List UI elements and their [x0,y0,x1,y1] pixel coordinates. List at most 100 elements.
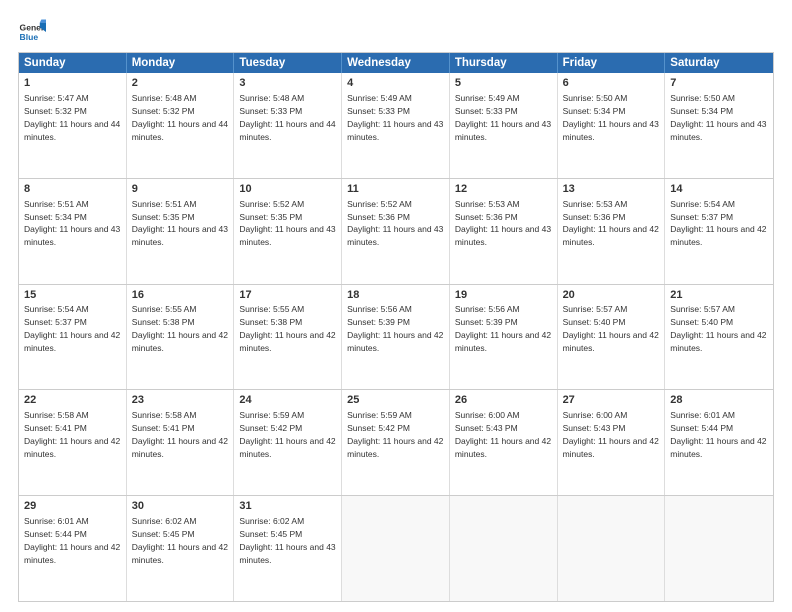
day-number: 21 [670,288,768,303]
day-info: Sunrise: 5:56 AMSunset: 5:39 PMDaylight:… [455,304,551,353]
day-cell-18: 18Sunrise: 5:56 AMSunset: 5:39 PMDayligh… [342,285,450,390]
day-info: Sunrise: 5:58 AMSunset: 5:41 PMDaylight:… [24,410,120,459]
day-number: 20 [563,288,660,303]
day-info: Sunrise: 5:57 AMSunset: 5:40 PMDaylight:… [563,304,659,353]
day-info: Sunrise: 5:48 AMSunset: 5:33 PMDaylight:… [239,93,335,142]
day-number: 15 [24,288,121,303]
day-number: 14 [670,182,768,197]
calendar-week-1: 1Sunrise: 5:47 AMSunset: 5:32 PMDaylight… [19,73,773,178]
day-info: Sunrise: 5:52 AMSunset: 5:36 PMDaylight:… [347,199,443,248]
day-cell-9: 9Sunrise: 5:51 AMSunset: 5:35 PMDaylight… [127,179,235,284]
day-cell-7: 7 Sunrise: 5:50 AMSunset: 5:34 PMDaylight… [665,73,773,178]
logo-icon: General Blue [18,18,46,46]
calendar-header: SundayMondayTuesdayWednesdayThursdayFrid… [19,53,773,73]
header-day-sunday: Sunday [19,53,127,73]
day-cell-17: 17Sunrise: 5:55 AMSunset: 5:38 PMDayligh… [234,285,342,390]
day-cell-19: 19Sunrise: 5:56 AMSunset: 5:39 PMDayligh… [450,285,558,390]
day-cell-12: 12Sunrise: 5:53 AMSunset: 5:36 PMDayligh… [450,179,558,284]
day-cell-8: 8 Sunrise: 5:51 AMSunset: 5:34 PMDaylight… [19,179,127,284]
day-cell-26: 26Sunrise: 6:00 AMSunset: 5:43 PMDayligh… [450,390,558,495]
header-day-wednesday: Wednesday [342,53,450,73]
day-info: Sunrise: 5:51 AMSunset: 5:35 PMDaylight:… [132,199,228,248]
day-number: 27 [563,393,660,408]
day-number: 29 [24,499,121,514]
empty-cell [450,496,558,601]
day-cell-4: 4 Sunrise: 5:49 AMSunset: 5:33 PMDaylight… [342,73,450,178]
day-cell-28: 28 Sunrise: 6:01 AMSunset: 5:44 PMDayligh… [665,390,773,495]
day-number: 2 [132,76,229,91]
day-cell-30: 30Sunrise: 6:02 AMSunset: 5:45 PMDayligh… [127,496,235,601]
day-number: 4 [347,76,444,91]
day-info: Sunrise: 5:58 AMSunset: 5:41 PMDaylight:… [132,410,228,459]
day-number: 31 [239,499,336,514]
day-cell-2: 2 Sunrise: 5:48 AMSunset: 5:32 PMDaylight… [127,73,235,178]
header-day-friday: Friday [558,53,666,73]
header-day-saturday: Saturday [665,53,773,73]
day-info: Sunrise: 6:02 AMSunset: 5:45 PMDaylight:… [239,516,335,565]
day-cell-22: 22 Sunrise: 5:58 AMSunset: 5:41 PMDayligh… [19,390,127,495]
day-info: Sunrise: 5:50 AMSunset: 5:34 PMDaylight:… [670,93,766,142]
calendar-body: 1Sunrise: 5:47 AMSunset: 5:32 PMDaylight… [19,73,773,601]
day-cell-23: 23 Sunrise: 5:58 AMSunset: 5:41 PMDayligh… [127,390,235,495]
day-cell-21: 21Sunrise: 5:57 AMSunset: 5:40 PMDayligh… [665,285,773,390]
calendar-week-5: 29 Sunrise: 6:01 AMSunset: 5:44 PMDayligh… [19,495,773,601]
day-info: Sunrise: 5:52 AMSunset: 5:35 PMDaylight:… [239,199,335,248]
day-info: Sunrise: 6:02 AMSunset: 5:45 PMDaylight:… [132,516,228,565]
day-number: 8 [24,182,121,197]
day-number: 24 [239,393,336,408]
day-cell-24: 24Sunrise: 5:59 AMSunset: 5:42 PMDayligh… [234,390,342,495]
day-number: 19 [455,288,552,303]
day-number: 22 [24,393,121,408]
day-cell-6: 6Sunrise: 5:50 AMSunset: 5:34 PMDaylight… [558,73,666,178]
day-cell-16: 16Sunrise: 5:55 AMSunset: 5:38 PMDayligh… [127,285,235,390]
day-number: 16 [132,288,229,303]
day-info: Sunrise: 6:01 AMSunset: 5:44 PMDaylight:… [24,516,120,565]
day-number: 17 [239,288,336,303]
day-cell-14: 14 Sunrise: 5:54 AMSunset: 5:37 PMDayligh… [665,179,773,284]
calendar-week-4: 22 Sunrise: 5:58 AMSunset: 5:41 PMDayligh… [19,389,773,495]
day-info: Sunrise: 6:00 AMSunset: 5:43 PMDaylight:… [563,410,659,459]
header-day-tuesday: Tuesday [234,53,342,73]
header-day-monday: Monday [127,53,235,73]
day-number: 12 [455,182,552,197]
day-info: Sunrise: 5:57 AMSunset: 5:40 PMDaylight:… [670,304,766,353]
day-info: Sunrise: 5:54 AMSunset: 5:37 PMDaylight:… [24,304,120,353]
day-cell-13: 13Sunrise: 5:53 AMSunset: 5:36 PMDayligh… [558,179,666,284]
day-info: Sunrise: 5:54 AMSunset: 5:37 PMDaylight:… [670,199,766,248]
calendar: SundayMondayTuesdayWednesdayThursdayFrid… [18,52,774,602]
day-cell-20: 20Sunrise: 5:57 AMSunset: 5:40 PMDayligh… [558,285,666,390]
day-info: Sunrise: 6:00 AMSunset: 5:43 PMDaylight:… [455,410,551,459]
day-number: 7 [670,76,768,91]
calendar-week-3: 15Sunrise: 5:54 AMSunset: 5:37 PMDayligh… [19,284,773,390]
empty-cell [665,496,773,601]
svg-text:Blue: Blue [20,32,39,42]
day-cell-31: 31 Sunrise: 6:02 AMSunset: 5:45 PMDayligh… [234,496,342,601]
day-info: Sunrise: 6:01 AMSunset: 5:44 PMDaylight:… [670,410,766,459]
day-info: Sunrise: 5:48 AMSunset: 5:32 PMDaylight:… [132,93,228,142]
day-cell-1: 1Sunrise: 5:47 AMSunset: 5:32 PMDaylight… [19,73,127,178]
day-info: Sunrise: 5:50 AMSunset: 5:34 PMDaylight:… [563,93,659,142]
day-info: Sunrise: 5:51 AMSunset: 5:34 PMDaylight:… [24,199,120,248]
header: General Blue [18,18,774,46]
day-number: 18 [347,288,444,303]
empty-cell [558,496,666,601]
day-cell-5: 5Sunrise: 5:49 AMSunset: 5:33 PMDaylight… [450,73,558,178]
day-cell-15: 15Sunrise: 5:54 AMSunset: 5:37 PMDayligh… [19,285,127,390]
day-info: Sunrise: 5:53 AMSunset: 5:36 PMDaylight:… [563,199,659,248]
day-number: 23 [132,393,229,408]
day-number: 1 [24,76,121,91]
day-info: Sunrise: 5:49 AMSunset: 5:33 PMDaylight:… [347,93,443,142]
day-cell-27: 27 Sunrise: 6:00 AMSunset: 5:43 PMDayligh… [558,390,666,495]
calendar-week-2: 8 Sunrise: 5:51 AMSunset: 5:34 PMDaylight… [19,178,773,284]
day-number: 11 [347,182,444,197]
page: General Blue SundayMondayTuesdayWednesda… [0,0,792,612]
logo: General Blue [18,18,46,46]
day-number: 10 [239,182,336,197]
day-number: 5 [455,76,552,91]
day-cell-29: 29 Sunrise: 6:01 AMSunset: 5:44 PMDayligh… [19,496,127,601]
day-info: Sunrise: 5:56 AMSunset: 5:39 PMDaylight:… [347,304,443,353]
day-cell-3: 3Sunrise: 5:48 AMSunset: 5:33 PMDaylight… [234,73,342,178]
day-cell-11: 11 Sunrise: 5:52 AMSunset: 5:36 PMDayligh… [342,179,450,284]
day-number: 28 [670,393,768,408]
day-number: 25 [347,393,444,408]
